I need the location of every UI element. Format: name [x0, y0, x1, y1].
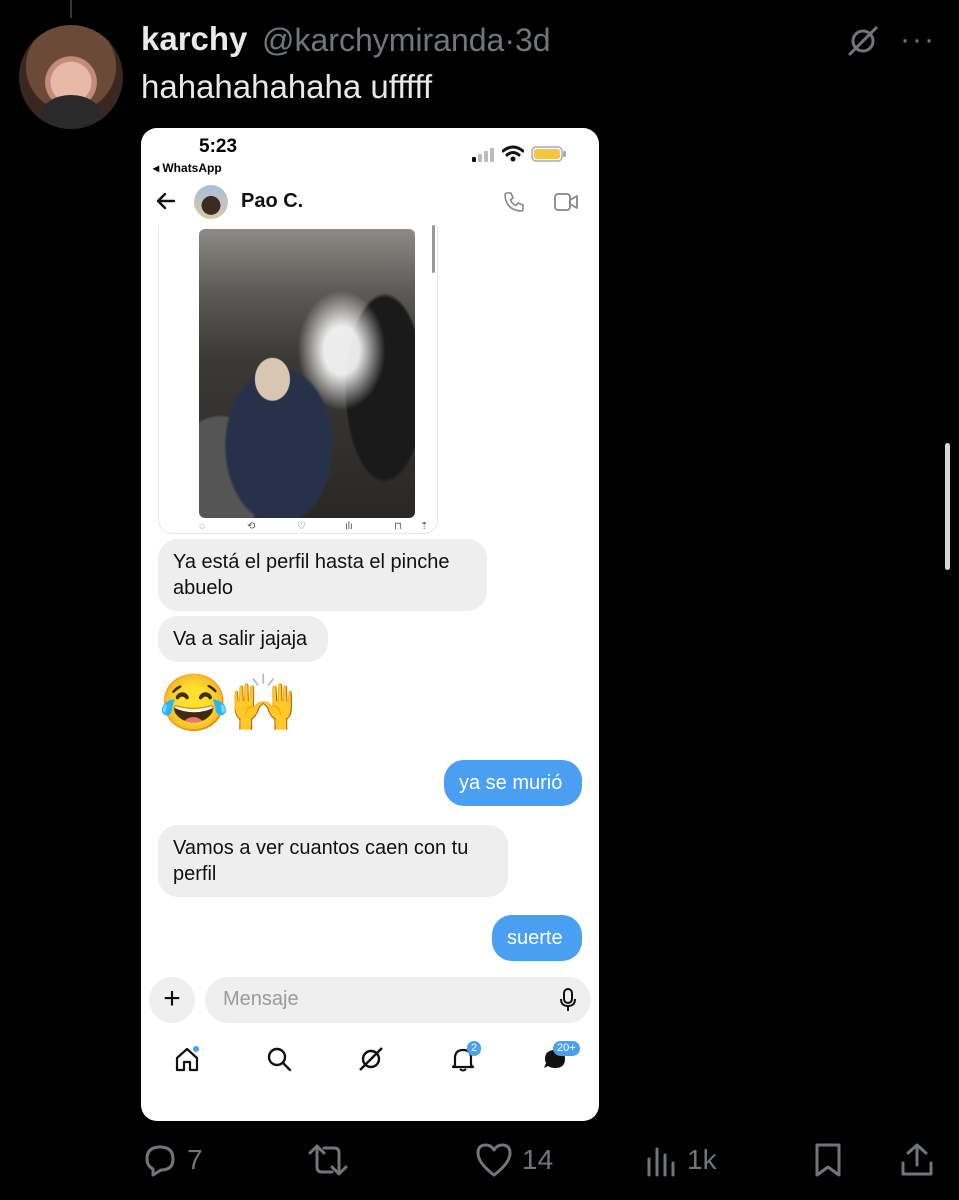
like-count: 14: [522, 1144, 554, 1175]
screenshot-image[interactable]: 5:23 ◂ WhatsApp Pao C. ◌ ⟲ ♡ ılı ⊓ ⇡ Ya …: [141, 128, 599, 1121]
message-bubble-incoming[interactable]: Vamos a ver cuantos caen con tu perfil: [158, 825, 508, 897]
search-icon: [267, 1047, 292, 1072]
message-input-placeholder: Mensaje: [223, 988, 299, 1010]
message-bubble-incoming[interactable]: Ya está el perfil hasta el pinche abuelo: [158, 539, 487, 611]
views-icon: [647, 1147, 675, 1177]
message-bubble-incoming[interactable]: Va a salir jajaja: [158, 616, 328, 662]
grok-icon: [847, 25, 879, 57]
shared-views-icon: ılı: [345, 521, 353, 532]
signal-icon: [472, 148, 494, 162]
share-icon: [901, 1143, 933, 1176]
repost-button[interactable]: [306, 1138, 358, 1182]
message-bubble-outgoing[interactable]: ya se murió: [444, 760, 582, 806]
thread-line: [70, 0, 72, 18]
shared-post-scrollbar: [432, 225, 435, 273]
microphone-icon[interactable]: [559, 988, 577, 1012]
back-arrow-icon[interactable]: [155, 188, 177, 214]
contact-avatar[interactable]: [194, 185, 228, 219]
grok-icon: [359, 1047, 383, 1071]
phone-call-icon[interactable]: [502, 190, 526, 214]
battery-icon: [531, 146, 566, 162]
scrollbar[interactable]: [945, 443, 950, 570]
share-button[interactable]: [897, 1138, 937, 1182]
reply-count: 7: [187, 1144, 203, 1175]
contact-name[interactable]: Pao C.: [241, 190, 303, 213]
shared-reply-icon: ◌: [199, 521, 205, 532]
grok-button[interactable]: [845, 23, 881, 59]
repost-icon: [308, 1144, 348, 1176]
tab-home[interactable]: [173, 1045, 201, 1073]
shared-repost-icon: ⟲: [247, 521, 256, 532]
message-input[interactable]: Mensaje: [205, 977, 591, 1023]
attach-plus-button[interactable]: +: [149, 977, 195, 1023]
like-button[interactable]: 14: [474, 1138, 553, 1182]
more-options-button[interactable]: ···: [900, 22, 940, 58]
emoji-message[interactable]: 😂🙌: [159, 669, 298, 737]
views-count: 1k: [687, 1144, 717, 1175]
author-name[interactable]: karchy: [141, 20, 247, 58]
reply-icon: [145, 1145, 175, 1177]
bookmark-button[interactable]: [810, 1138, 846, 1182]
author-avatar[interactable]: [19, 25, 123, 129]
separator: ·: [504, 22, 515, 58]
heart-icon: [476, 1143, 512, 1177]
back-to-app: ◂ WhatsApp: [153, 161, 222, 175]
status-time: 5:23: [199, 136, 238, 157]
author-handle[interactable]: @karchymiranda: [262, 22, 504, 58]
notifications-badge: 2: [467, 1041, 482, 1056]
message-bubble-outgoing[interactable]: suerte: [492, 915, 582, 961]
tab-search[interactable]: [265, 1045, 293, 1073]
tab-notifications[interactable]: 2: [449, 1041, 482, 1073]
messages-badge: 20+: [553, 1041, 580, 1056]
shared-share-icon: ⇡: [420, 521, 429, 532]
reply-button[interactable]: 7: [141, 1138, 203, 1182]
bookmark-icon: [815, 1143, 841, 1177]
wifi-icon: [502, 145, 524, 162]
shared-like-icon: ♡: [297, 521, 306, 532]
shared-post-photo[interactable]: [199, 229, 415, 518]
home-icon: [175, 1046, 199, 1072]
tweet-text: hahahahahaha ufffff: [141, 68, 433, 105]
video-call-icon[interactable]: [553, 191, 579, 213]
shared-post-actions: ◌ ⟲ ♡ ılı ⊓ ⇡: [199, 521, 431, 535]
views-button[interactable]: 1k: [645, 1138, 717, 1182]
tab-grok[interactable]: [357, 1045, 385, 1073]
author-handle-time[interactable]: @karchymiranda·3d: [262, 22, 551, 59]
tweet-time[interactable]: 3d: [515, 22, 551, 58]
shared-bookmark-icon: ⊓: [394, 521, 402, 532]
tab-messages[interactable]: 20+: [541, 1041, 580, 1073]
